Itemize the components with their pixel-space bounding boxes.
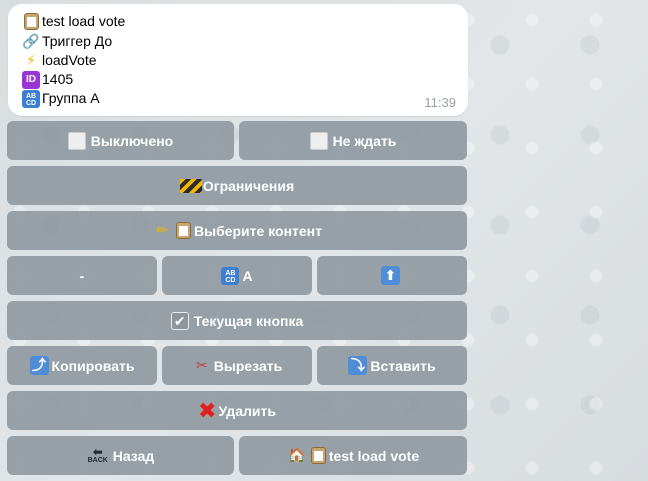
id-icon: ID <box>22 70 40 89</box>
message-bubble: test load vote 🔗 Триггер До ⚡ loadVote I… <box>8 4 468 116</box>
message-group-text: Группа А <box>42 90 100 106</box>
message-line-trigger: 🔗 Триггер До <box>22 32 112 51</box>
pencil-icon: ✏ <box>156 222 168 239</box>
check-box-icon: ✔ <box>170 311 189 330</box>
cut-button[interactable]: ✂ Вырезать <box>162 346 312 385</box>
message-line-id: ID 1405 <box>22 70 73 89</box>
test-load-vote-button[interactable]: 🏠 test load vote <box>239 436 467 475</box>
abcd-icon: AB CD <box>221 266 240 285</box>
clipboard-icon <box>24 13 39 30</box>
no-wait-button[interactable]: Не ждать <box>239 121 467 160</box>
test-load-vote-button-label: test load vote <box>328 447 420 464</box>
clipboard-icon <box>176 222 191 239</box>
dash-button-label: - <box>79 267 85 284</box>
message-id-text: 1405 <box>42 71 74 87</box>
delete-button-label: Удалить <box>218 402 276 419</box>
curved-down-arrow-icon: ⤵ <box>348 356 368 375</box>
message-function-text: loadVote <box>42 52 97 68</box>
link-icon: 🔗 <box>22 33 40 50</box>
off-button[interactable]: Выключено <box>7 121 234 160</box>
select-content-button[interactable]: ✏ Выберите контент <box>7 211 467 250</box>
no-wait-button-label: Не ждать <box>332 132 397 149</box>
delete-button[interactable]: ✖ Удалить <box>7 391 467 430</box>
abcd-icon: AB CD <box>22 89 40 108</box>
clipboard-icon <box>310 447 326 464</box>
message-title-text: test load vote <box>42 13 126 29</box>
lightning-icon: ⚡ <box>26 52 36 69</box>
abcd-a-button[interactable]: AB CD A <box>162 256 312 295</box>
back-arrow-icon: ⬅ BACK <box>87 444 108 464</box>
message-line-function: ⚡ loadVote <box>22 51 97 70</box>
select-content-button-label: Выберите контент <box>194 222 322 239</box>
red-x-icon: ✖ <box>198 397 217 423</box>
up-arrow-icon: ⬆ <box>381 266 400 285</box>
message-line-group: AB CD Группа А <box>22 89 100 108</box>
white-square-icon <box>309 131 328 150</box>
up-arrow-button[interactable]: ⬆ <box>317 256 467 295</box>
message-time: 11:39 <box>424 95 456 110</box>
current-button-toggle[interactable]: ✔ Текущая кнопка <box>7 301 467 340</box>
copy-button[interactable]: ⤴ Копировать <box>7 346 157 385</box>
restrictions-button[interactable]: Ограничения <box>7 166 467 205</box>
paste-button[interactable]: ⤵ Вставить <box>317 346 467 385</box>
scissors-icon: ✂ <box>195 357 208 374</box>
cut-button-label: Вырезать <box>213 357 283 374</box>
white-square-icon <box>67 131 86 150</box>
back-button-label: Назад <box>112 447 155 464</box>
back-button[interactable]: ⬅ BACK Назад <box>7 436 234 475</box>
off-button-label: Выключено <box>90 132 174 149</box>
restrictions-button-label: Ограничения <box>202 177 295 194</box>
abcd-a-button-label: A <box>242 267 253 284</box>
current-button-label: Текущая кнопка <box>193 312 304 329</box>
copy-button-label: Копировать <box>51 357 135 374</box>
curved-up-arrow-icon: ⤴ <box>29 356 49 375</box>
message-trigger-text: Триггер До <box>42 33 113 49</box>
dash-button[interactable]: - <box>7 256 157 295</box>
paste-button-label: Вставить <box>370 357 436 374</box>
house-icon: 🏠 <box>288 447 306 464</box>
construction-barrier-icon <box>179 178 202 193</box>
message-line-title: test load vote <box>22 12 125 31</box>
